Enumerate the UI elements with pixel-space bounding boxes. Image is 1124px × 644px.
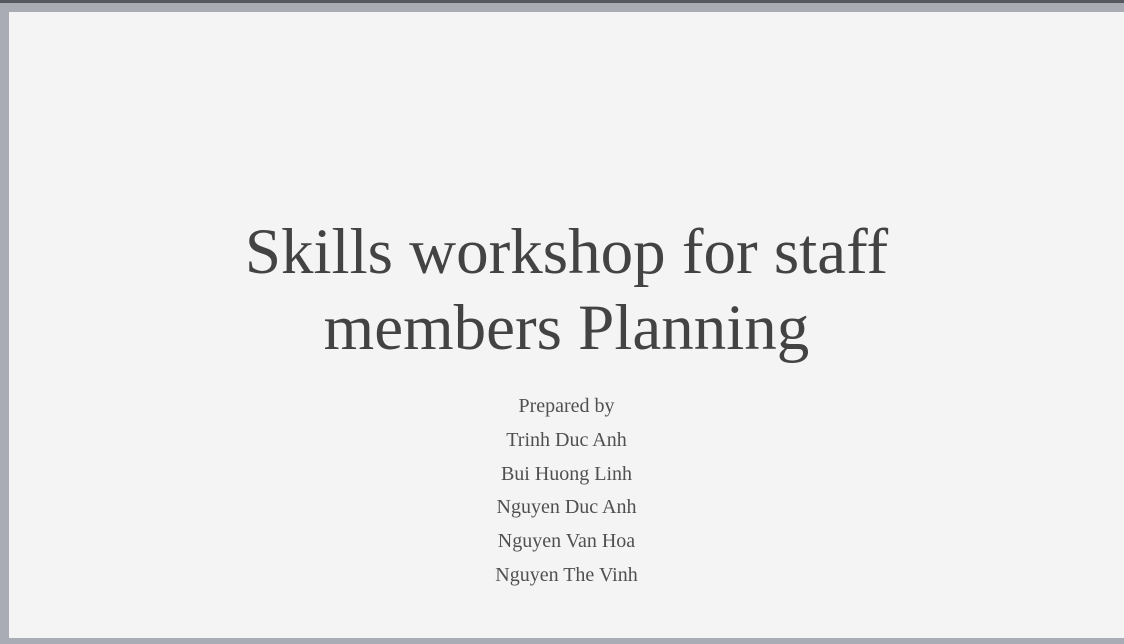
author-name: Nguyen The Vinh: [495, 563, 638, 586]
window-frame: [0, 3, 1124, 11]
slide-subtitle: Prepared by Trinh Duc Anh Bui Huong Linh…: [9, 390, 1124, 593]
presentation-slide[interactable]: Skills workshop for staff members Planni…: [9, 12, 1124, 638]
slide-title-line-1: Skills workshop for staff: [244, 216, 889, 288]
prepared-by-label: Prepared by: [518, 395, 615, 417]
slide-title-line-2: members Planning: [323, 292, 810, 364]
slide-title: Skills workshop for staff members Planni…: [9, 214, 1124, 366]
author-name: Bui Huong Linh: [500, 462, 633, 485]
author-name: Nguyen Van Hoa: [497, 530, 636, 553]
author-name: Nguyen Duc Anh: [496, 496, 637, 519]
author-name: Trinh Duc Anh: [506, 428, 627, 451]
